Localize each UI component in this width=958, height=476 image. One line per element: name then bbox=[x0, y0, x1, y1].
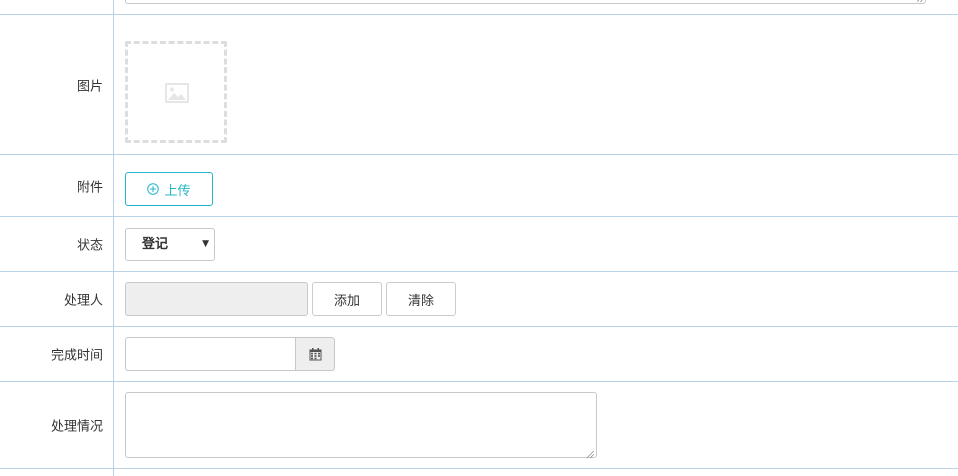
upload-button-label: 上传 bbox=[164, 183, 191, 199]
dropdown-arrow-icon: ▼ bbox=[202, 239, 209, 249]
form-row-image: 图片 bbox=[0, 15, 958, 155]
label-cell: 处理情况 bbox=[0, 382, 114, 468]
clear-handler-button[interactable]: 清除 bbox=[386, 282, 456, 316]
image-label: 图片 bbox=[76, 79, 103, 94]
handler-label: 处理人 bbox=[63, 293, 103, 309]
image-upload-placeholder[interactable] bbox=[125, 41, 227, 143]
form-row-finish-time: 完成时间 bbox=[0, 327, 958, 382]
form-row-handler: 处理人 添加 清除 bbox=[0, 272, 958, 327]
form-row-next bbox=[0, 469, 958, 476]
value-cell bbox=[115, 382, 958, 468]
value-cell: 上传 bbox=[115, 155, 958, 216]
status-label: 状态 bbox=[76, 238, 103, 254]
label-cell: 状态 bbox=[0, 217, 114, 271]
description-label: 处理情况 bbox=[50, 419, 103, 435]
label-cell: 处理人 bbox=[0, 272, 114, 326]
value-cell: 登记 ▼ bbox=[115, 217, 958, 271]
detail-form: 图片 附件 上传 状态 登记 ▼ 处理人 添加 清除 完成时间 处理情况 bbox=[0, 0, 958, 476]
clear-handler-button-label: 清除 bbox=[407, 293, 434, 309]
description-textarea[interactable] bbox=[125, 392, 597, 458]
add-handler-button[interactable]: 添加 bbox=[312, 282, 382, 316]
value-cell bbox=[115, 0, 958, 14]
form-row-attachment: 附件 上传 bbox=[0, 155, 958, 217]
handler-input[interactable] bbox=[125, 282, 308, 316]
attachment-label: 附件 bbox=[76, 180, 103, 195]
calendar-icon bbox=[309, 347, 321, 360]
status-select[interactable]: 登记 ▼ bbox=[125, 228, 215, 261]
upload-button[interactable]: 上传 bbox=[125, 172, 213, 206]
value-cell bbox=[115, 327, 958, 381]
finish-time-label: 完成时间 bbox=[50, 348, 103, 364]
plus-circle-icon bbox=[147, 183, 160, 195]
label-cell: 图片 bbox=[0, 15, 114, 154]
status-selected-value: 登记 bbox=[142, 237, 169, 252]
form-row-status: 状态 登记 ▼ bbox=[0, 217, 958, 272]
label-cell: 完成时间 bbox=[0, 327, 114, 381]
resize-grip-icon[interactable] bbox=[587, 451, 594, 458]
previous-textarea[interactable] bbox=[125, 0, 926, 4]
finish-time-input[interactable] bbox=[125, 337, 296, 371]
add-handler-button-label: 添加 bbox=[333, 293, 360, 309]
image-icon bbox=[165, 83, 189, 103]
form-row-description: 处理情况 bbox=[0, 382, 958, 469]
form-row-previous bbox=[0, 0, 958, 15]
calendar-button[interactable] bbox=[295, 337, 335, 371]
resize-grip-icon[interactable] bbox=[917, 0, 924, 2]
date-picker bbox=[125, 337, 335, 371]
label-cell bbox=[0, 0, 114, 14]
label-cell bbox=[0, 469, 114, 476]
label-cell: 附件 bbox=[0, 155, 114, 216]
value-cell: 添加 清除 bbox=[115, 272, 958, 326]
value-cell bbox=[115, 15, 958, 154]
